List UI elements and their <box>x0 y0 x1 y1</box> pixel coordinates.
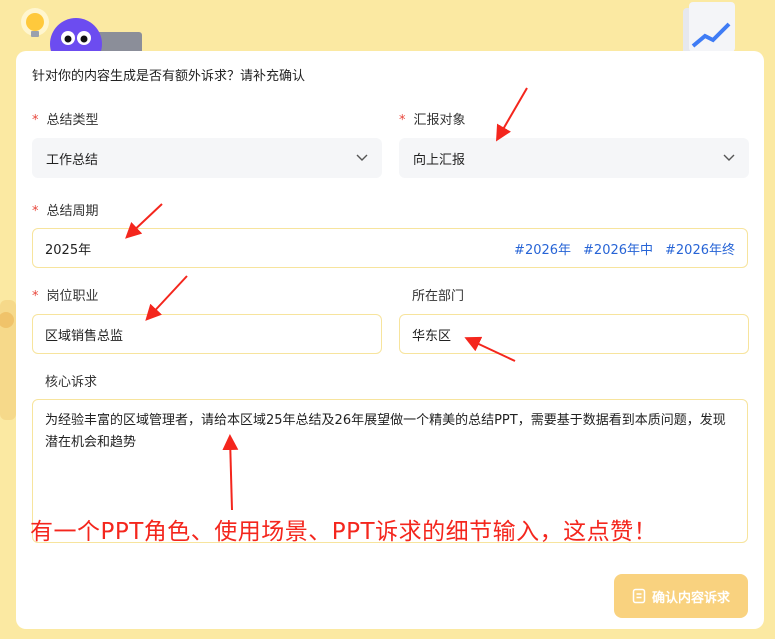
required-mark: * <box>32 204 39 219</box>
summary-period-label: * 总结周期 <box>32 204 99 219</box>
summary-type-select[interactable]: 工作总结 <box>32 138 382 178</box>
chevron-down-icon <box>723 154 735 161</box>
chart-document-illustration <box>683 2 735 58</box>
report-target-label: * 汇报对象 <box>399 113 466 128</box>
position-input[interactable]: 区域销售总监 <box>32 314 382 354</box>
position-value: 区域销售总监 <box>45 328 124 344</box>
summary-type-value: 工作总结 <box>46 152 99 168</box>
confirm-button-label: 确认内容诉求 <box>651 590 730 606</box>
position-label: * 岗位职业 <box>32 289 99 304</box>
document-icon <box>632 588 646 604</box>
summary-period-value: 2025年 <box>45 242 92 258</box>
department-label: 所在部门 <box>412 289 465 304</box>
required-mark: * <box>32 289 39 304</box>
summary-type-label: * 总结类型 <box>32 113 99 128</box>
annotation-text: 有一个PPT角色、使用场景、PPT诉求的细节输入，这点赞！ <box>30 519 658 545</box>
chevron-down-icon <box>356 154 368 161</box>
period-tag[interactable]: #2026年终 <box>665 239 735 258</box>
period-tag[interactable]: #2026年 <box>514 239 571 258</box>
form-title: 针对你的内容生成是否有额外诉求？请补充确认 <box>32 69 306 84</box>
department-input[interactable]: 华东区 <box>399 314 749 354</box>
required-mark: * <box>399 113 406 128</box>
core-request-label: 核心诉求 <box>45 375 98 390</box>
period-tag[interactable]: #2026年中 <box>583 239 653 258</box>
summary-period-input[interactable]: 2025年 #2026年 #2026年中 #2026年终 <box>32 228 748 268</box>
department-value: 华东区 <box>412 328 452 344</box>
period-tag-list: #2026年 #2026年中 #2026年终 <box>514 239 735 258</box>
report-target-select[interactable]: 向上汇报 <box>399 138 749 178</box>
report-target-value: 向上汇报 <box>413 152 466 168</box>
requirements-form-card: 针对你的内容生成是否有额外诉求？请补充确认 * 总结类型 工作总结 * 汇报对象 向… <box>16 51 764 629</box>
required-mark: * <box>32 113 39 128</box>
confirm-button[interactable]: 确认内容诉求 <box>614 574 748 618</box>
